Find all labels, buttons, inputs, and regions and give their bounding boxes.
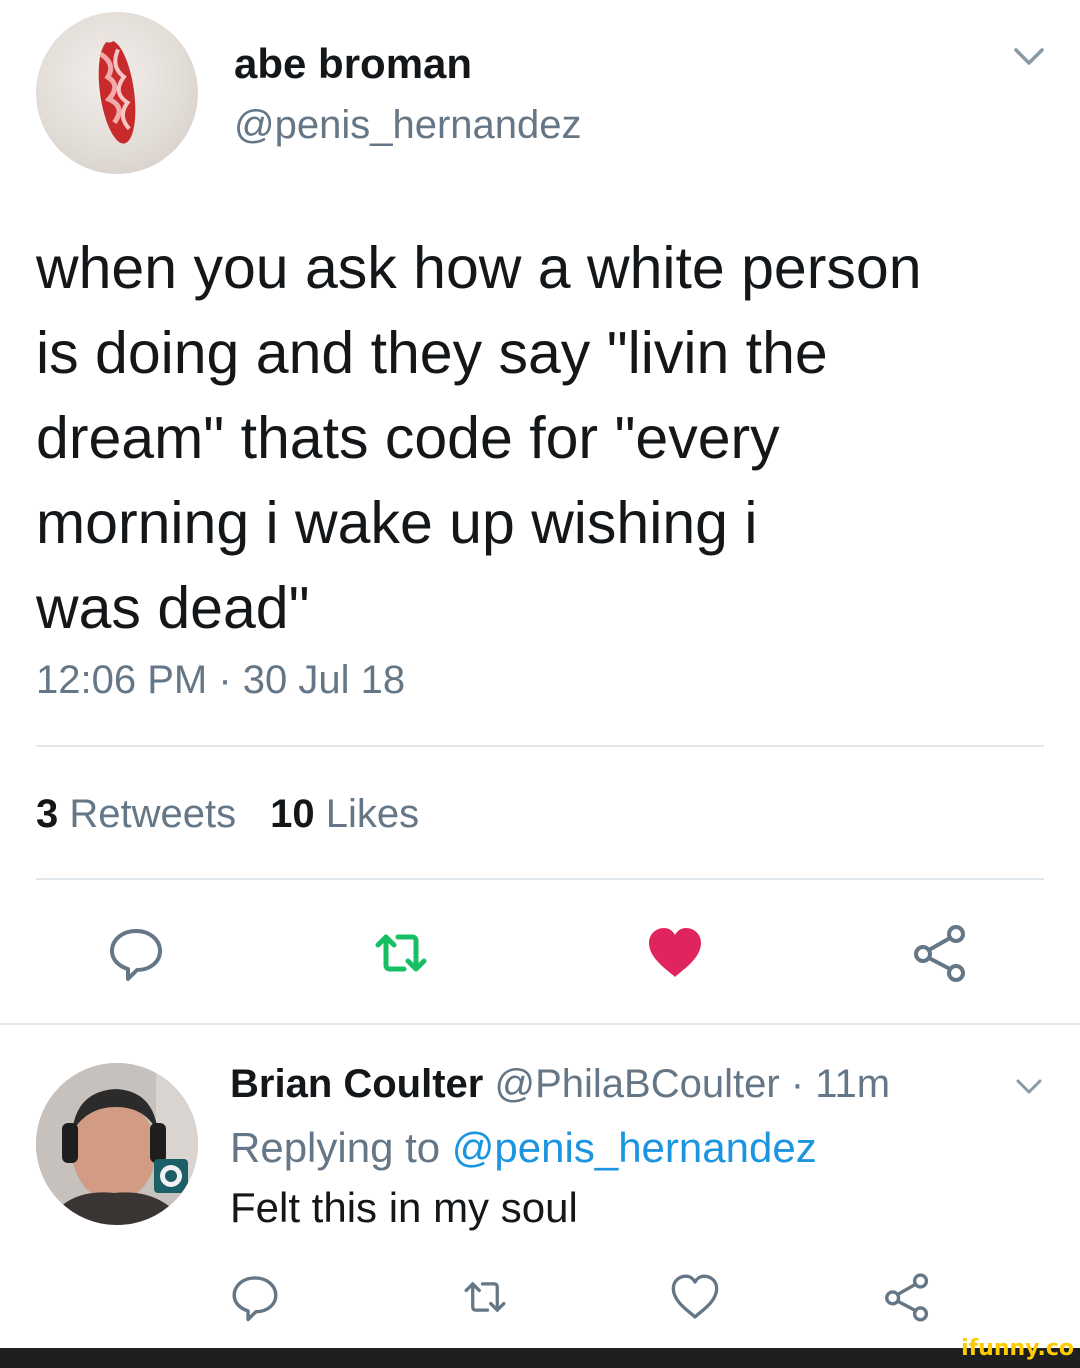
divider [36,745,1044,747]
retweets-label: Retweets [69,792,237,836]
replying-to-prefix: Replying to [230,1124,441,1171]
speech-bubble-icon [110,929,162,981]
reply-text: Felt this in my soul [230,1184,578,1231]
tweet-stats: 3 Retweets 10 Likes [36,792,419,837]
watermark-bar [0,1348,1080,1368]
retweets-count: 3 [36,792,59,836]
reply-button[interactable] [101,918,171,988]
reply-like-button[interactable] [665,1267,725,1327]
reply-author-avatar[interactable] [36,1063,198,1225]
chevron-down-icon[interactable] [1012,44,1046,70]
author-handle[interactable]: @penis_hernandez [234,103,582,148]
replying-to: Replying to @penis_hernandez [230,1124,817,1172]
author-display-name[interactable]: abe broman [234,40,472,88]
share-icon [914,925,965,982]
reply-retweet-button[interactable] [455,1267,515,1327]
share-icon [885,1273,929,1322]
avatar-image [98,34,136,144]
likes-stat[interactable]: 10 Likes [270,792,419,836]
replying-to-handle-link[interactable]: @penis_hernandez [452,1124,817,1171]
speech-bubble-icon [232,1276,278,1322]
heart-outline-icon [671,1274,719,1319]
divider [0,1023,1080,1025]
tweet-timestamp[interactable]: 12:06 PM · 30 Jul 18 [36,658,405,703]
author-avatar[interactable] [36,12,198,174]
divider [36,878,1044,880]
likes-count: 10 [270,792,315,836]
likes-label: Likes [325,792,420,836]
avatar-image [36,1063,198,1225]
watermark-logo: ifunny.co [961,1336,1074,1361]
share-button[interactable] [905,918,975,988]
reply-author-display-name[interactable]: Brian Coulter [230,1062,483,1106]
chevron-down-icon[interactable] [1014,1076,1044,1098]
like-button[interactable] [640,918,710,988]
retweets-stat[interactable]: 3 Retweets [36,792,236,836]
reply-author-handle-time[interactable]: @PhilaBCoulter · 11m [494,1062,890,1106]
reply-reply-button[interactable] [225,1267,285,1327]
retweet-icon [375,934,427,972]
retweet-icon [464,1282,506,1312]
heart-icon [649,928,701,977]
tweet-text: when you ask how a white person is doing… [36,235,922,641]
reply-header: Brian Coulter @PhilaBCoulter · 11m [230,1062,890,1107]
reply-share-button[interactable] [877,1267,937,1327]
retweet-button[interactable] [366,918,436,988]
